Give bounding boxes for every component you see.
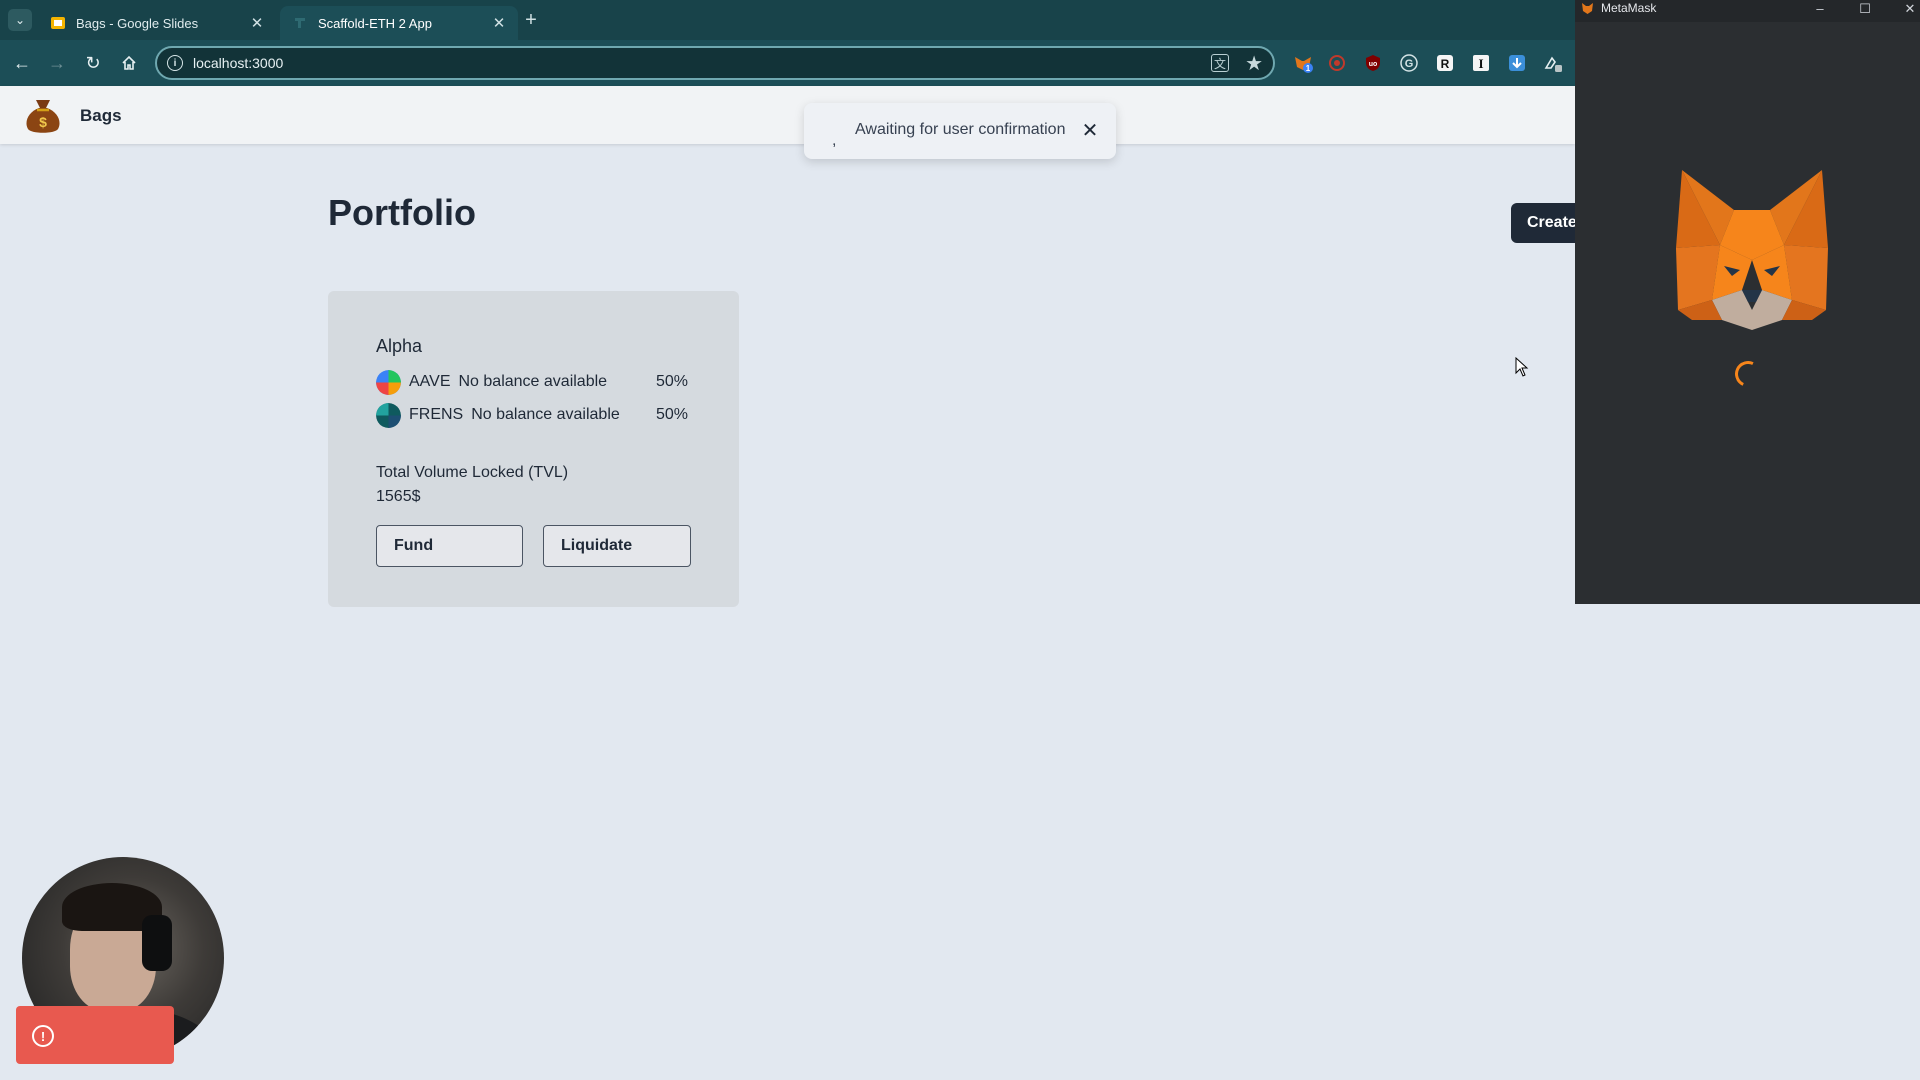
window-title: MetaMask [1601, 1, 1657, 15]
new-tab-icon[interactable]: + [520, 9, 542, 31]
close-tab-icon[interactable]: ✕ [248, 14, 266, 32]
forward-arrow-icon[interactable]: → [45, 51, 69, 75]
bookmark-star-icon[interactable]: ★ [1245, 51, 1263, 76]
mouse-cursor-icon [1515, 357, 1529, 377]
portfolio-name: Alpha [376, 336, 423, 356]
fund-button[interactable]: Fund [376, 525, 523, 567]
metamask-extension-icon[interactable]: 1 [1292, 52, 1314, 74]
aave-token-icon [376, 369, 401, 395]
frens-token-icon [376, 402, 401, 428]
scaffold-eth-icon [292, 15, 308, 31]
asset-row: FRENS No balance available 50% [376, 402, 696, 428]
reload-icon[interactable]: ↻ [81, 51, 105, 75]
address-bar[interactable]: i localhost:3000 文 ★ [155, 46, 1275, 80]
record-extension-icon[interactable] [1326, 52, 1348, 74]
portfolio-card: Alpha AAVE No balance available 50% FREN… [328, 291, 739, 607]
toast-message: Awaiting for user confirmation [855, 121, 1066, 138]
tab-search-button[interactable]: ⌄ [8, 9, 32, 31]
asset-row: AAVE No balance available 50% [376, 369, 696, 395]
close-icon[interactable]: ✕ [1079, 119, 1101, 142]
app-name[interactable]: Bags [80, 106, 122, 126]
asset-symbol: FRENS [409, 406, 464, 423]
browser-toolbar: ← → ↻ i localhost:3000 文 ★ 1 uo G R I [0, 40, 1575, 86]
download-extension-icon[interactable] [1506, 52, 1528, 74]
tab-scaffold-eth-app[interactable]: Scaffold-ETH 2 App ✕ [280, 6, 518, 40]
app-header: $ Bags [0, 86, 1575, 144]
loading-spinner-icon: , [832, 132, 837, 149]
instapaper-extension-icon[interactable]: I [1470, 52, 1492, 74]
tvl-value: 1565$ [376, 488, 421, 505]
metamask-fox-logo-icon [1676, 170, 1828, 330]
svg-text:$: $ [39, 114, 47, 130]
minimize-icon[interactable]: – [1805, 0, 1835, 17]
asset-weight: 50% [655, 373, 688, 390]
tab-title: Bags - Google Slides [76, 15, 199, 31]
asset-symbol: AAVE [409, 373, 451, 390]
tvl-label: Total Volume Locked (TVL) [376, 464, 569, 481]
money-bag-logo-icon[interactable]: $ [22, 94, 64, 136]
browser-tab-bar: ⌄ Bags - Google Slides ✕ Scaffold-ETH 2 … [0, 0, 1575, 40]
google-slides-icon [50, 15, 66, 31]
home-icon[interactable] [117, 51, 141, 75]
svg-text:uo: uo [1369, 61, 1378, 68]
notification-toast: , Awaiting for user confirmation ✕ [804, 103, 1116, 159]
asset-weight: 50% [655, 406, 688, 423]
site-info-icon[interactable]: i [167, 55, 183, 71]
page-title: Portfolio [328, 192, 476, 233]
svg-text:G: G [1405, 58, 1414, 70]
liquidate-button[interactable]: Liquidate [543, 525, 691, 567]
metamask-fox-icon [1582, 3, 1593, 14]
back-arrow-icon[interactable]: ← [10, 51, 34, 75]
metamask-window: MetaMask – ☐ ✕ [1575, 0, 1920, 604]
svg-text:R: R [1441, 57, 1450, 71]
translate-icon[interactable]: 文 [1211, 54, 1229, 72]
close-icon[interactable]: ✕ [1895, 0, 1920, 17]
error-alert[interactable]: ! [16, 1006, 174, 1064]
puzzle-extension-icon[interactable] [1542, 52, 1564, 74]
readwise-extension-icon[interactable]: R [1434, 52, 1456, 74]
grammarly-extension-icon[interactable]: G [1398, 52, 1420, 74]
metamask-titlebar: MetaMask – ☐ ✕ [1575, 0, 1920, 17]
maximize-icon[interactable]: ☐ [1850, 0, 1880, 17]
svg-text:I: I [1478, 56, 1483, 71]
tab-bags-google-slides[interactable]: Bags - Google Slides ✕ [38, 6, 276, 40]
headphone-icon [142, 915, 172, 971]
ublock-extension-icon[interactable]: uo [1362, 52, 1384, 74]
tab-title: Scaffold-ETH 2 App [318, 15, 432, 31]
close-tab-icon[interactable]: ✕ [490, 14, 508, 32]
address-url[interactable]: localhost:3000 [193, 55, 283, 71]
alert-icon: ! [32, 1025, 54, 1047]
svg-text:1: 1 [1306, 64, 1311, 73]
